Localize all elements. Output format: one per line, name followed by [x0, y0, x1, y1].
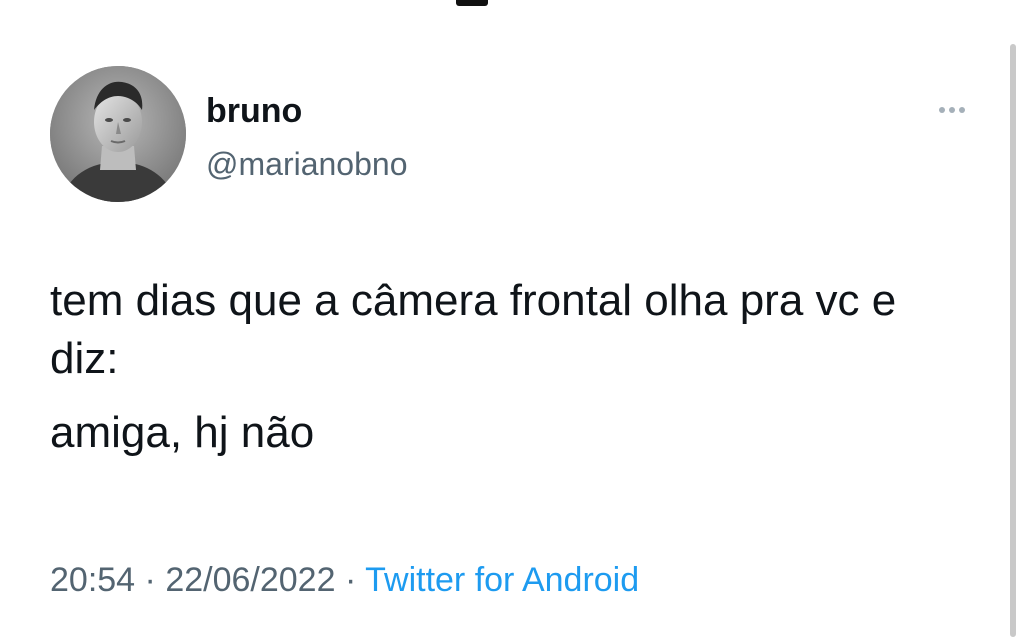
- avatar[interactable]: [50, 66, 186, 202]
- top-edge-fragment: [456, 0, 488, 6]
- dot-icon: [959, 107, 965, 113]
- tweet-text-line: tem dias que a câmera frontal olha pra v…: [50, 276, 897, 383]
- display-name[interactable]: bruno: [206, 92, 302, 130]
- avatar-photo-icon: [50, 66, 186, 202]
- tweet-date[interactable]: 22/06/2022: [165, 561, 335, 599]
- tweet-time[interactable]: 20:54: [50, 561, 135, 599]
- meta-separator: ·: [144, 561, 156, 599]
- tweet-text: tem dias que a câmera frontal olha pra v…: [50, 272, 950, 462]
- dot-icon: [939, 107, 945, 113]
- meta-separator: ·: [344, 561, 357, 599]
- user-handle[interactable]: @marianobno: [206, 146, 407, 182]
- tweet-text-line: amiga, hj não: [50, 408, 315, 457]
- tweet-source-link[interactable]: Twitter for Android: [365, 561, 639, 599]
- tweet-metadata: 20:54 · 22/06/2022 · Twitter for Android: [50, 560, 639, 600]
- scrollbar[interactable]: [1010, 44, 1016, 637]
- dot-icon: [949, 107, 955, 113]
- more-options-icon[interactable]: [930, 100, 974, 120]
